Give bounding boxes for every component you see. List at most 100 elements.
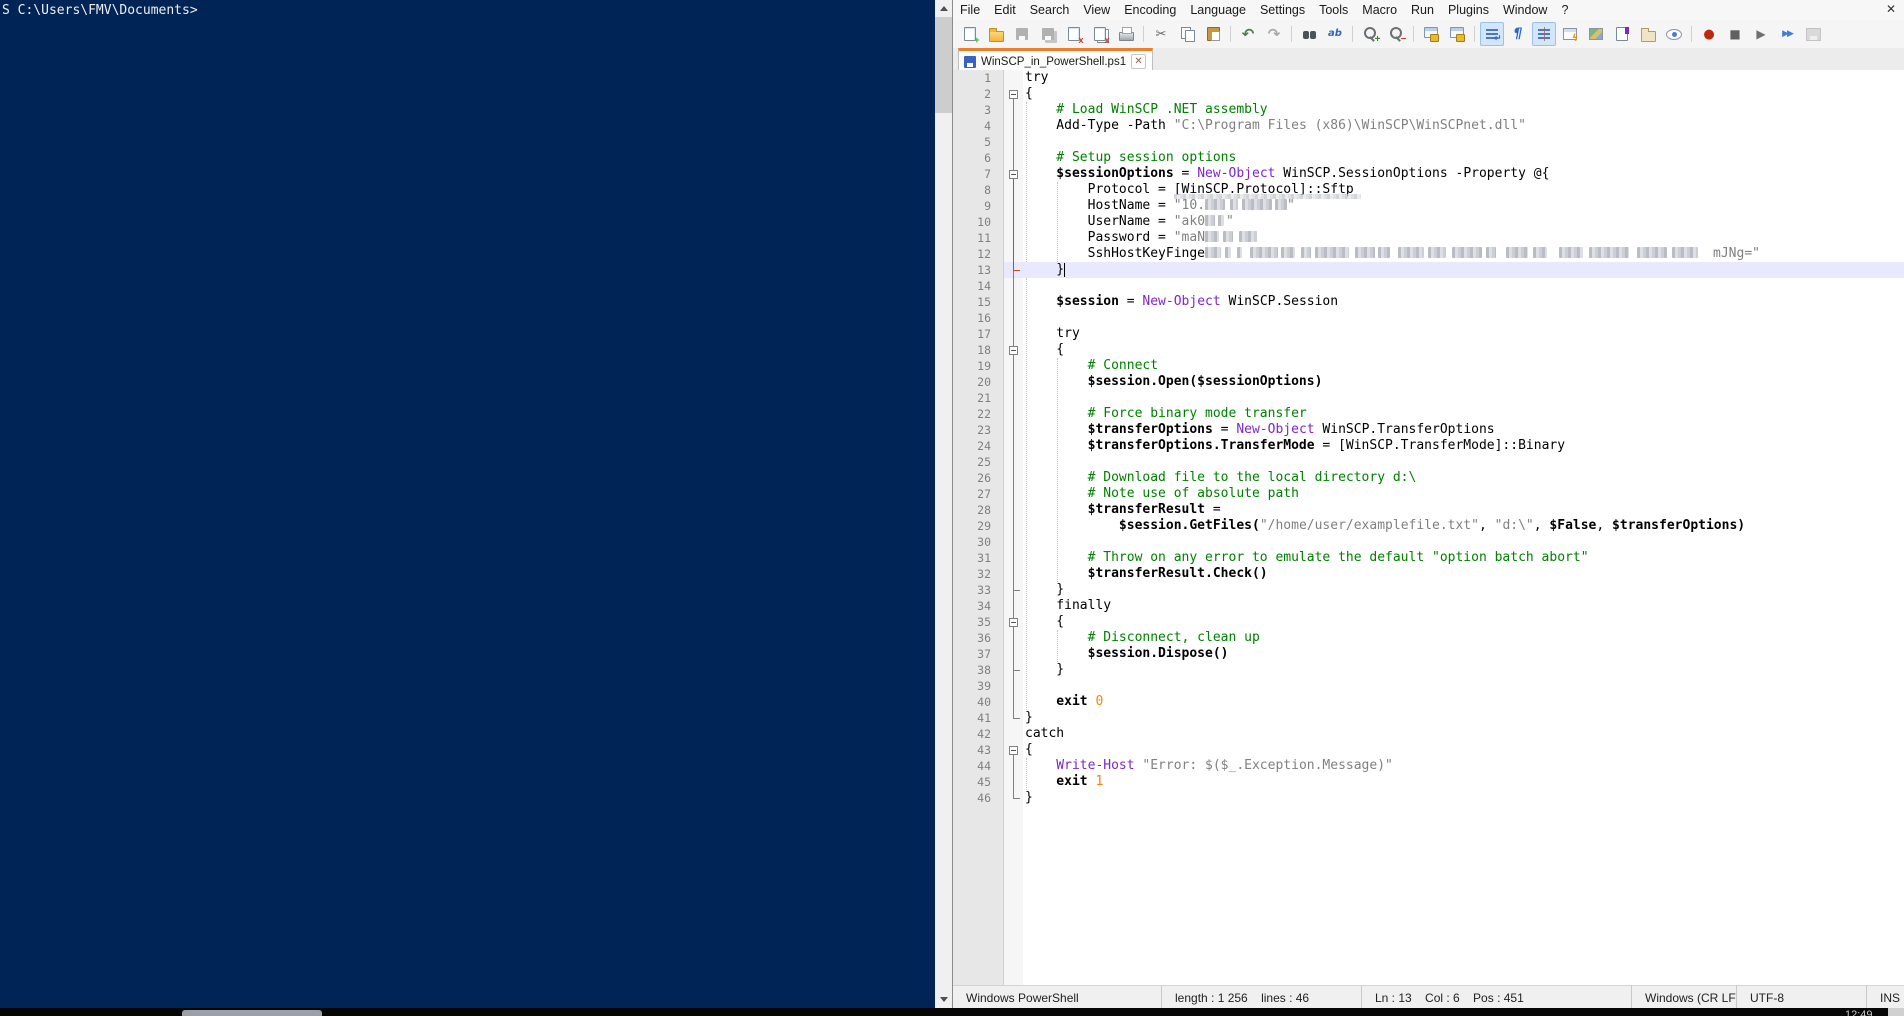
paste-icon[interactable] xyxy=(1201,22,1225,46)
zoom-in-icon[interactable]: + xyxy=(1358,22,1382,46)
code-line[interactable]: exit 0 xyxy=(1023,694,1904,710)
code-line[interactable] xyxy=(1023,454,1904,470)
code-line[interactable]: $transferOptions.TransferMode = [WinSCP.… xyxy=(1023,438,1904,454)
code-line[interactable]: } xyxy=(1023,710,1904,726)
open-file-icon[interactable] xyxy=(984,22,1008,46)
code-line[interactable]: $session.Dispose() xyxy=(1023,646,1904,662)
menu-item-[interactable]: ? xyxy=(1554,1,1575,19)
define-language-icon[interactable] xyxy=(1558,22,1582,46)
undo-icon[interactable]: ↶ xyxy=(1236,22,1260,46)
code-line[interactable]: # Setup session options xyxy=(1023,150,1904,166)
code-line[interactable]: # Download file to the local directory d… xyxy=(1023,470,1904,486)
code-line[interactable]: { xyxy=(1023,342,1904,358)
code-line[interactable]: try xyxy=(1023,326,1904,342)
code-line[interactable] xyxy=(1023,678,1904,694)
print-icon[interactable] xyxy=(1114,22,1138,46)
code-line[interactable]: # Disconnect, clean up xyxy=(1023,630,1904,646)
menu-item-search[interactable]: Search xyxy=(1023,1,1077,19)
menu-item-macro[interactable]: Macro xyxy=(1355,1,1404,19)
menu-item-plugins[interactable]: Plugins xyxy=(1441,1,1496,19)
code-line[interactable]: exit 1 xyxy=(1023,774,1904,790)
menu-item-encoding[interactable]: Encoding xyxy=(1117,1,1183,19)
code-line[interactable]: } xyxy=(1023,582,1904,598)
code-line[interactable]: try xyxy=(1023,70,1904,86)
macro-record-icon[interactable]: ● xyxy=(1697,22,1721,46)
menu-item-view[interactable]: View xyxy=(1076,1,1117,19)
show-desktop-button[interactable] xyxy=(1888,1008,1904,1016)
code-line[interactable]: $session.GetFiles("/home/user/examplefil… xyxy=(1023,518,1904,534)
code-line[interactable]: Write-Host "Error: $($_.Exception.Messag… xyxy=(1023,758,1904,774)
zoom-out-icon[interactable]: − xyxy=(1384,22,1408,46)
close-all-icon[interactable] xyxy=(1088,22,1112,46)
cut-icon[interactable]: ✂ xyxy=(1149,22,1173,46)
code-line[interactable]: # Load WinSCP .NET assembly xyxy=(1023,102,1904,118)
fold-collapse-box[interactable] xyxy=(1009,346,1018,355)
editor-area[interactable]: 1234567891011121314151617181920212223242… xyxy=(953,70,1904,985)
copy-icon[interactable] xyxy=(1175,22,1199,46)
code-lines[interactable]: try{ # Load WinSCP .NET assembly Add-Typ… xyxy=(1023,70,1904,985)
code-line[interactable]: } xyxy=(1023,790,1904,806)
terminal-scrollbar[interactable] xyxy=(935,0,952,1008)
taskbar-app-button[interactable] xyxy=(182,1010,322,1016)
menu-item-file[interactable]: File xyxy=(953,1,987,19)
code-line[interactable]: $session.Open($sessionOptions) xyxy=(1023,374,1904,390)
sync-horizontal-scroll-icon[interactable] xyxy=(1445,22,1469,46)
menu-item-edit[interactable]: Edit xyxy=(987,1,1023,19)
scroll-up-button[interactable] xyxy=(935,0,952,17)
code-line[interactable]: } xyxy=(1023,662,1904,678)
code-line[interactable]: # Throw on any error to emulate the defa… xyxy=(1023,550,1904,566)
fold-collapse-box[interactable] xyxy=(1009,746,1018,755)
close-file-icon[interactable] xyxy=(1062,22,1086,46)
code-line[interactable]: HostName = "10." xyxy=(1023,198,1904,214)
scrollbar-thumb[interactable] xyxy=(935,17,952,113)
monitoring-icon[interactable] xyxy=(1662,22,1686,46)
fold-collapse-box[interactable] xyxy=(1009,618,1018,627)
code-line[interactable] xyxy=(1023,134,1904,150)
macro-play-icon[interactable]: ▶ xyxy=(1749,22,1773,46)
code-line[interactable]: # Force binary mode transfer xyxy=(1023,406,1904,422)
macro-run-multiple-icon[interactable]: ▶▶ xyxy=(1775,22,1799,46)
code-line[interactable]: catch xyxy=(1023,726,1904,742)
code-line[interactable]: $sessionOptions = New-Object WinSCP.Sess… xyxy=(1023,166,1904,182)
tab-winscp-powershell-file[interactable]: WinSCP_in_PowerShell.ps1 ✕ xyxy=(958,48,1153,72)
macro-stop-icon[interactable]: ■ xyxy=(1723,22,1747,46)
fold-collapse-box[interactable] xyxy=(1009,90,1018,99)
scroll-down-button[interactable] xyxy=(935,991,952,1008)
code-line[interactable]: { xyxy=(1023,742,1904,758)
menu-item-language[interactable]: Language xyxy=(1183,1,1253,19)
code-line[interactable]: $session = New-Object WinSCP.Session xyxy=(1023,294,1904,310)
function-list-icon[interactable] xyxy=(1610,22,1634,46)
sync-vertical-scroll-icon[interactable] xyxy=(1419,22,1443,46)
code-line[interactable]: $transferResult.Check() xyxy=(1023,566,1904,582)
line-number-margin[interactable]: 1234567891011121314151617181920212223242… xyxy=(953,70,1004,985)
word-wrap-icon[interactable] xyxy=(1480,22,1504,46)
code-line[interactable]: UserName = "ak0" xyxy=(1023,214,1904,230)
menu-item-tools[interactable]: Tools xyxy=(1312,1,1355,19)
code-line[interactable]: $transferResult = xyxy=(1023,502,1904,518)
code-line[interactable]: finally xyxy=(1023,598,1904,614)
macro-save-icon[interactable] xyxy=(1801,22,1825,46)
menu-item-window[interactable]: Window xyxy=(1496,1,1554,19)
save-icon[interactable] xyxy=(1010,22,1034,46)
code-line[interactable]: SshHostKeyFingemJNg=" xyxy=(1023,246,1904,262)
redo-icon[interactable]: ↷ xyxy=(1262,22,1286,46)
menu-item-settings[interactable]: Settings xyxy=(1253,1,1312,19)
show-indent-guide-icon[interactable] xyxy=(1532,22,1556,46)
save-all-icon[interactable] xyxy=(1036,22,1060,46)
code-line[interactable]: # Connect xyxy=(1023,358,1904,374)
find-icon[interactable] xyxy=(1297,22,1321,46)
replace-icon[interactable]: ab xyxy=(1323,22,1347,46)
menu-item-run[interactable]: Run xyxy=(1404,1,1441,19)
code-line[interactable]: { xyxy=(1023,86,1904,102)
code-line[interactable]: { xyxy=(1023,614,1904,630)
code-line[interactable] xyxy=(1023,534,1904,550)
fold-collapse-box[interactable] xyxy=(1009,170,1018,179)
code-line[interactable]: } xyxy=(1023,262,1904,278)
show-all-characters-icon[interactable]: ¶ xyxy=(1506,22,1530,46)
code-line[interactable]: Protocol = [WinSCP.Protocol]::Sftp xyxy=(1023,182,1904,198)
code-line[interactable]: $transferOptions = New-Object WinSCP.Tra… xyxy=(1023,422,1904,438)
folder-as-workspace-icon[interactable] xyxy=(1636,22,1660,46)
document-map-icon[interactable] xyxy=(1584,22,1608,46)
code-line[interactable] xyxy=(1023,390,1904,406)
tab-close-icon[interactable]: ✕ xyxy=(1131,54,1146,69)
